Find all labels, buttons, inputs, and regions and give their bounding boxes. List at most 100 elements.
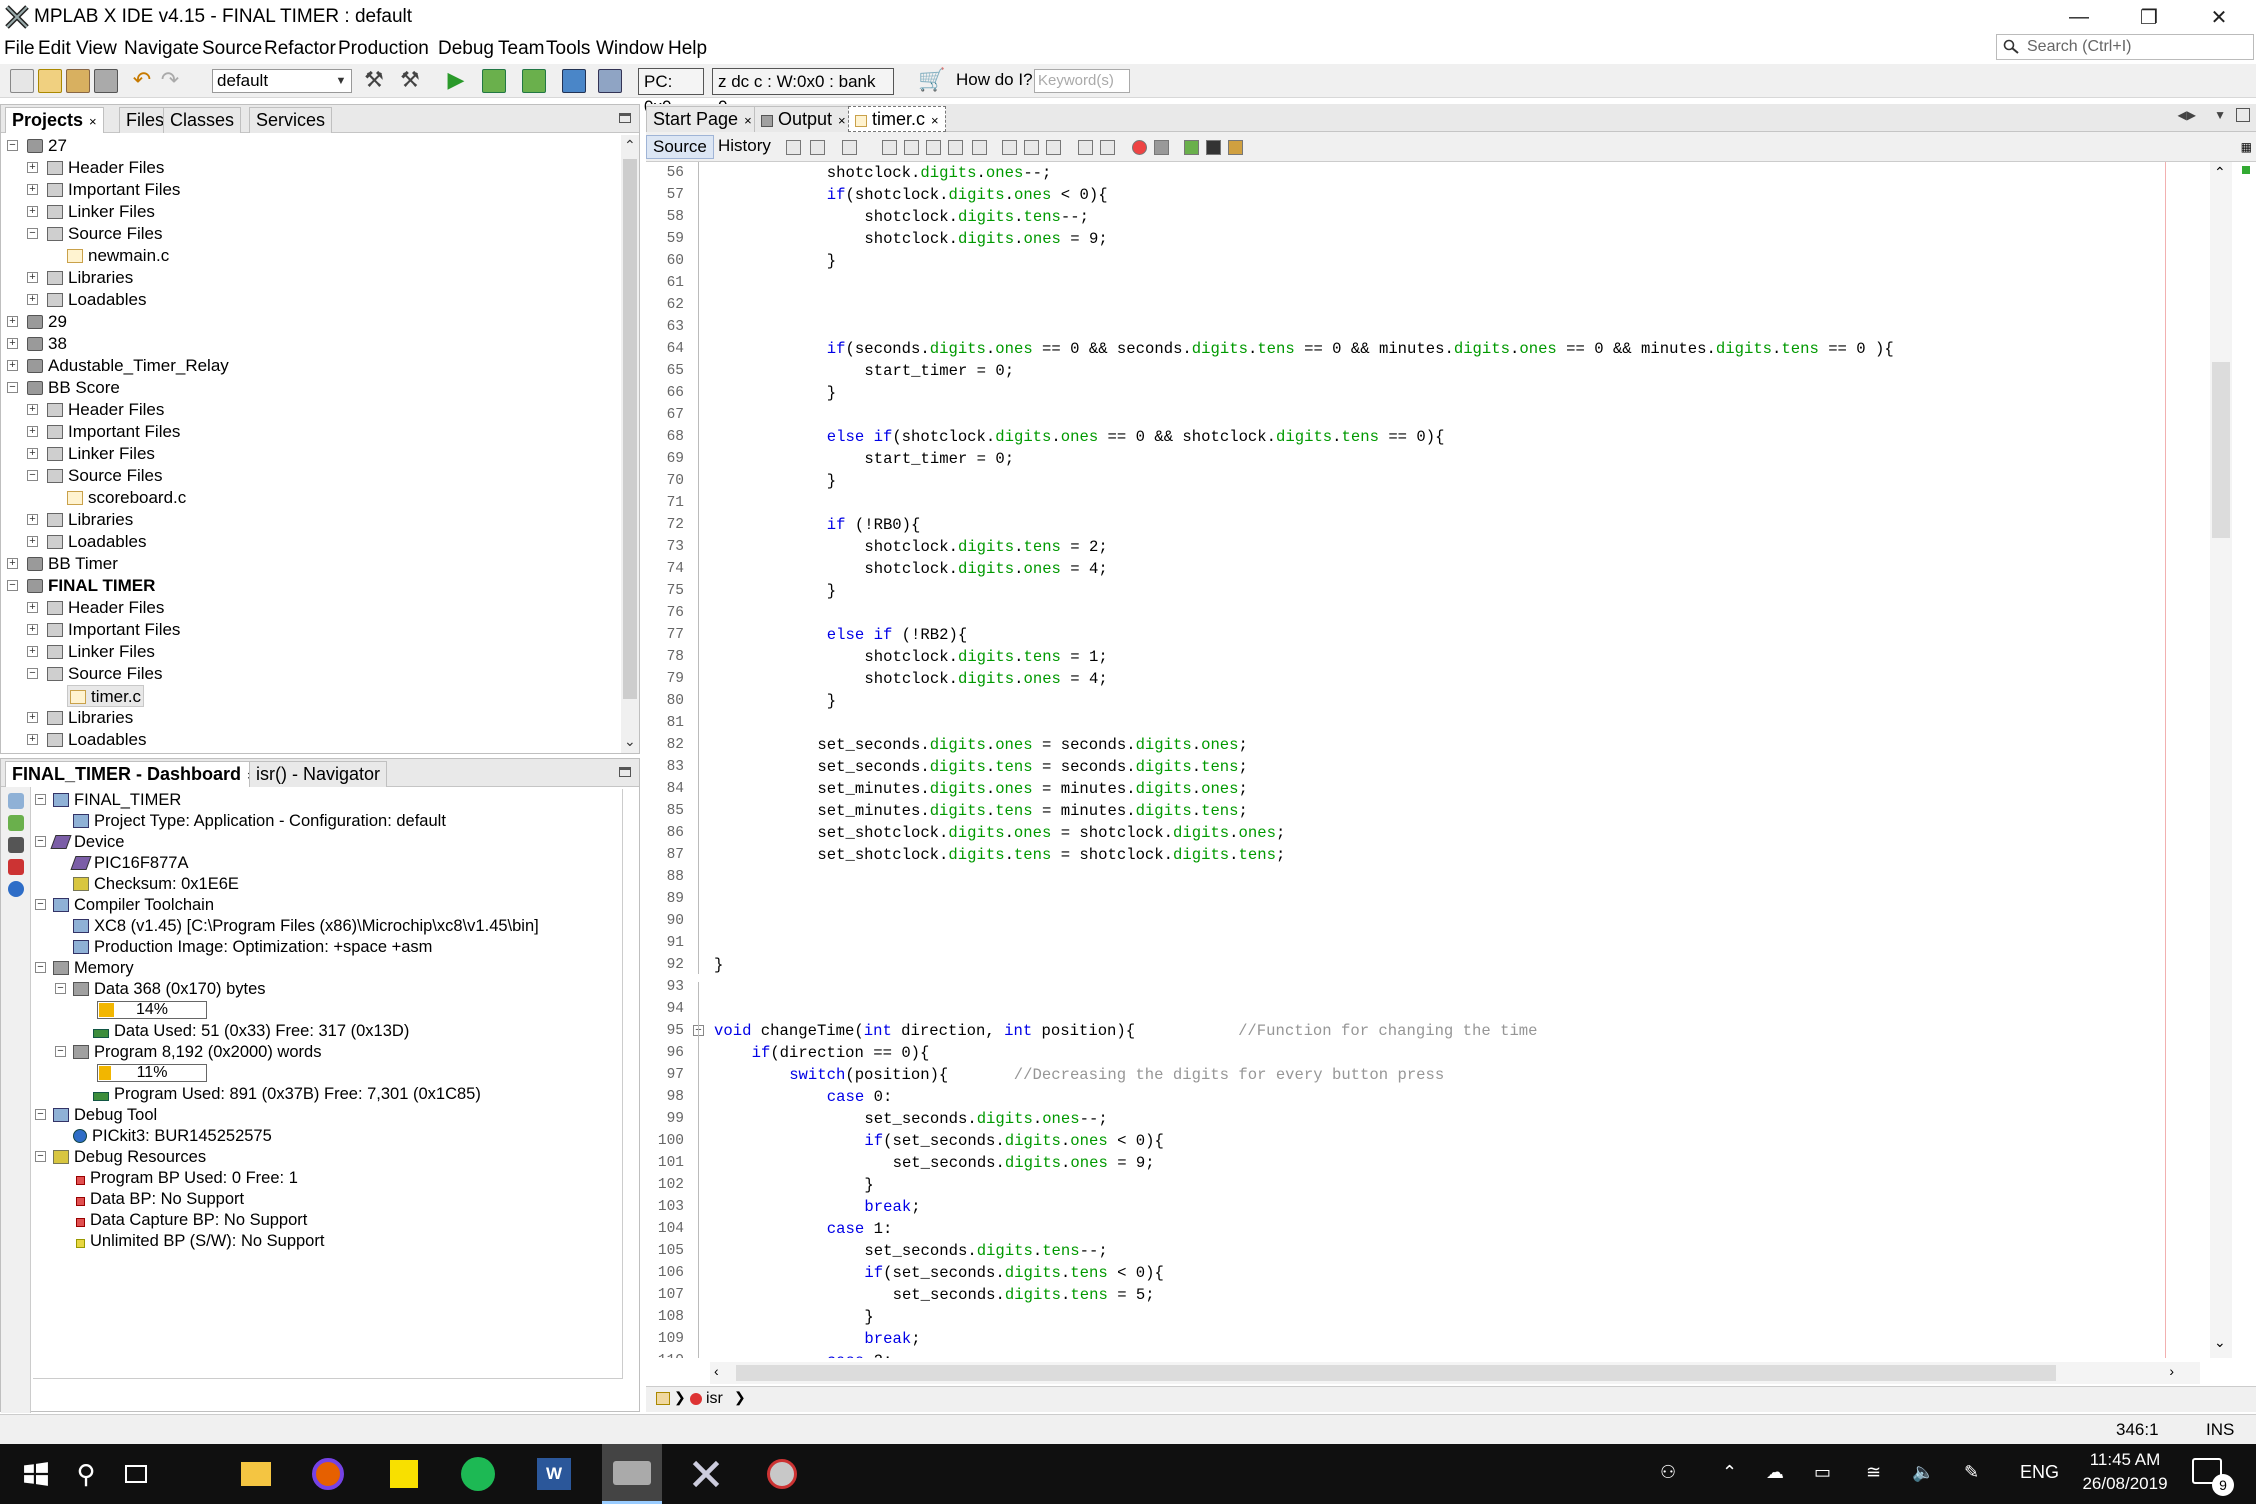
- new-file-icon[interactable]: [10, 69, 34, 93]
- toggle-bookmark-icon[interactable]: [1046, 140, 1061, 155]
- expand-toggle-icon[interactable]: +: [27, 734, 38, 745]
- stop-macro-icon[interactable]: [1154, 140, 1169, 155]
- scrollbar-thumb[interactable]: [623, 159, 637, 699]
- scrollbar-thumb[interactable]: [2212, 362, 2230, 538]
- expand-toggle-icon[interactable]: −: [27, 668, 38, 679]
- scroll-left-icon[interactable]: ‹: [714, 1363, 719, 1379]
- scrollbar-thumb[interactable]: [736, 1365, 2056, 1381]
- menu-tools[interactable]: Tools: [546, 38, 590, 60]
- toggle-selection-icon[interactable]: [972, 140, 987, 155]
- tab-navigator[interactable]: isr() - Navigator: [249, 761, 388, 787]
- expand-toggle-icon[interactable]: −: [35, 794, 46, 805]
- undo-icon[interactable]: ↶: [130, 69, 154, 93]
- scroll-down-icon[interactable]: ⌄: [2214, 1334, 2226, 1351]
- tab-dashboard[interactable]: FINAL_TIMER - Dashboard×: [5, 761, 262, 787]
- menu-window[interactable]: Window: [596, 38, 664, 60]
- open-project-icon[interactable]: [66, 69, 90, 93]
- menu-team[interactable]: Team: [498, 38, 544, 60]
- expand-toggle-icon[interactable]: −: [7, 382, 18, 393]
- tab-source[interactable]: Source: [646, 135, 714, 159]
- menu-help[interactable]: Help: [668, 38, 707, 60]
- tree-item[interactable]: Loadables: [47, 289, 146, 311]
- expand-toggle-icon[interactable]: +: [7, 316, 18, 327]
- expand-toggle-icon[interactable]: −: [55, 1046, 66, 1057]
- expand-toggle-icon[interactable]: −: [27, 228, 38, 239]
- tab-output[interactable]: Output ×: [754, 106, 853, 132]
- run-icon[interactable]: ▶: [444, 69, 468, 93]
- file-explorer-icon[interactable]: [236, 1454, 276, 1494]
- language-indicator[interactable]: ENG: [2020, 1462, 2059, 1483]
- help-icon[interactable]: [8, 881, 24, 897]
- save-all-icon[interactable]: [94, 69, 118, 93]
- tree-item[interactable]: Source Files: [47, 663, 162, 685]
- mplab-ipe-icon[interactable]: [686, 1454, 726, 1494]
- menu-navigate[interactable]: Navigate: [124, 38, 199, 60]
- previous-bookmark-icon[interactable]: [1002, 140, 1017, 155]
- clean-build-icon[interactable]: ⚒: [398, 69, 422, 93]
- expand-toggle-icon[interactable]: −: [7, 580, 18, 591]
- expand-toggle-icon[interactable]: +: [27, 624, 38, 635]
- expand-toggle-icon[interactable]: −: [35, 1151, 46, 1162]
- task-view-icon[interactable]: [116, 1454, 156, 1494]
- breadcrumb-function[interactable]: isr: [706, 1390, 723, 1408]
- battery-icon[interactable]: ▭: [1814, 1462, 1831, 1483]
- wifi-icon[interactable]: ≅: [1866, 1462, 1881, 1483]
- pen-icon[interactable]: ✎: [1964, 1462, 1979, 1483]
- tree-item[interactable]: Libraries: [47, 707, 133, 729]
- expand-toggle-icon[interactable]: +: [27, 514, 38, 525]
- expand-toggle-icon[interactable]: +: [27, 294, 38, 305]
- tree-item[interactable]: Header Files: [47, 597, 164, 619]
- tree-item[interactable]: Source Files: [47, 465, 162, 487]
- record-macro-icon[interactable]: [1132, 140, 1147, 155]
- windows-start-icon[interactable]: [16, 1454, 56, 1494]
- tree-item[interactable]: Important Files: [47, 619, 180, 641]
- editor-horizontal-scrollbar[interactable]: ‹ ›: [710, 1362, 2200, 1384]
- editor-vertical-scrollbar[interactable]: ⌃ ⌄: [2210, 162, 2232, 1358]
- minimize-panel-icon[interactable]: [619, 767, 631, 777]
- menu-edit[interactable]: Edit: [38, 38, 71, 60]
- pdf-icon[interactable]: [8, 859, 24, 875]
- menu-production[interactable]: Production: [338, 38, 429, 60]
- minimize-button[interactable]: —: [2044, 0, 2114, 34]
- make-and-program-icon[interactable]: [482, 69, 506, 93]
- tree-item[interactable]: Libraries: [47, 267, 133, 289]
- uncomment-icon[interactable]: [1206, 140, 1221, 155]
- find-next-icon[interactable]: [926, 140, 941, 155]
- tree-item[interactable]: Important Files: [47, 179, 180, 201]
- expand-toggle-icon[interactable]: +: [7, 558, 18, 569]
- tree-item[interactable]: 27: [27, 135, 67, 157]
- redo-icon[interactable]: ↷: [158, 69, 182, 93]
- expand-toggle-icon[interactable]: +: [27, 162, 38, 173]
- tree-item[interactable]: Loadables: [47, 531, 146, 553]
- tree-item[interactable]: timer.c: [67, 685, 145, 707]
- mplab-taskbar-icon[interactable]: [602, 1444, 662, 1504]
- tree-item[interactable]: Linker Files: [47, 443, 155, 465]
- expand-toggle-icon[interactable]: +: [27, 404, 38, 415]
- tree-item[interactable]: BB Score: [27, 377, 120, 399]
- scroll-down-icon[interactable]: ⌄: [624, 733, 636, 750]
- volume-icon[interactable]: 🔈: [1912, 1462, 1934, 1483]
- maximize-editor-icon[interactable]: [2236, 108, 2250, 122]
- word-icon[interactable]: W: [534, 1454, 574, 1494]
- refresh-icon[interactable]: [8, 815, 24, 831]
- projects-scrollbar[interactable]: ⌃ ⌄: [621, 135, 639, 753]
- tab-projects[interactable]: Projects ×: [5, 107, 104, 133]
- tree-item[interactable]: Header Files: [47, 157, 164, 179]
- format-icon[interactable]: [1228, 140, 1243, 155]
- menu-refactor[interactable]: Refactor: [264, 38, 336, 60]
- expand-toggle-icon[interactable]: +: [27, 646, 38, 657]
- expand-toggle-icon[interactable]: −: [35, 899, 46, 910]
- expand-toggle-icon[interactable]: +: [27, 426, 38, 437]
- new-project-icon[interactable]: [38, 69, 62, 93]
- debug-project-icon[interactable]: [598, 69, 622, 93]
- search-input[interactable]: Search (Ctrl+I): [1996, 34, 2254, 60]
- tab-history[interactable]: History: [712, 135, 777, 159]
- tree-item[interactable]: 38: [27, 333, 67, 355]
- close-icon[interactable]: ×: [838, 113, 846, 128]
- next-bookmark-icon[interactable]: [1024, 140, 1039, 155]
- tab-timer-c[interactable]: timer.c ×: [848, 106, 946, 132]
- menu-debug[interactable]: Debug: [438, 38, 494, 60]
- expand-toggle-icon[interactable]: +: [27, 536, 38, 547]
- menu-file[interactable]: File: [4, 38, 35, 60]
- shift-right-icon[interactable]: [1100, 140, 1115, 155]
